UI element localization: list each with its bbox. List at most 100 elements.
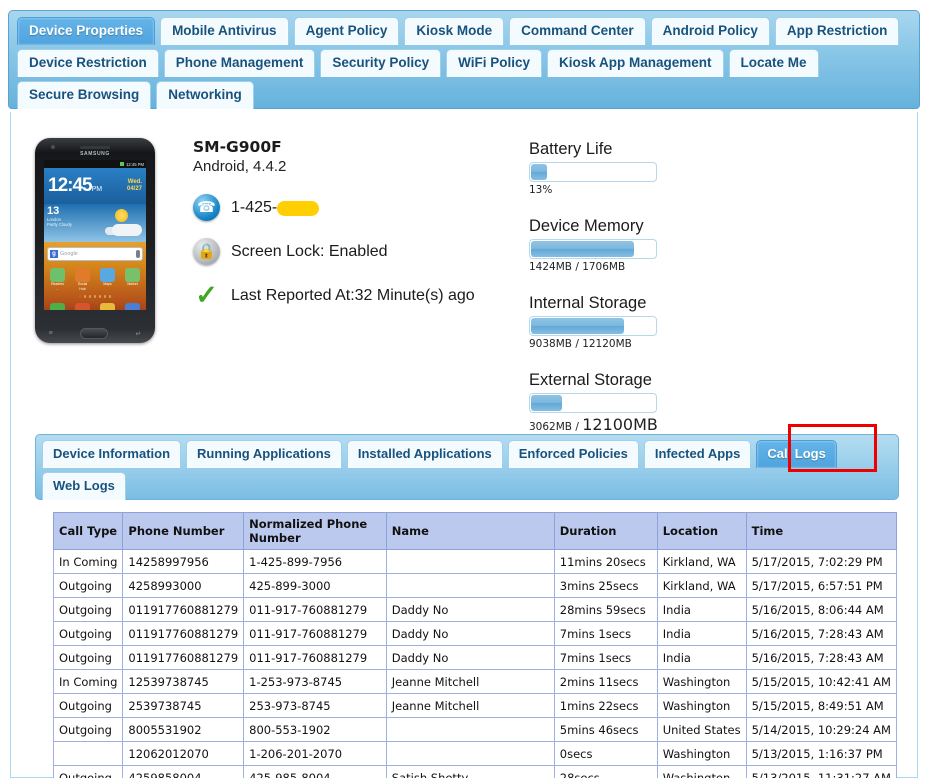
cell-normalized-phone-number: 011-917-760881279: [243, 597, 387, 622]
table-row[interactable]: Outgoing 011917760881279 011-917-760881279…: [52, 621, 898, 646]
column-header-call-type[interactable]: Call Type: [52, 512, 124, 550]
column-header-name[interactable]: Name: [385, 512, 555, 550]
cell-name: Daddy No: [385, 597, 555, 622]
column-header-location[interactable]: Location: [656, 512, 747, 550]
phone-screen: 12:45 PM 12:45PM Wed. 04/27 13 London Pa…: [44, 160, 146, 310]
signal-icon: [120, 162, 125, 166]
gauge-label-device-memory: Device Memory: [529, 217, 644, 235]
gauge-label-external-storage: External Storage: [529, 371, 652, 389]
tab-android-policy[interactable]: Android Policy: [650, 17, 770, 45]
tab-mobile-antivirus[interactable]: Mobile Antivirus: [160, 17, 289, 45]
app-tile: [125, 268, 140, 282]
cell-location: Kirkland, WA: [656, 549, 747, 574]
tab-device-restriction[interactable]: Device Restriction: [17, 49, 159, 77]
cell-normalized-phone-number: 253-973-8745: [243, 693, 387, 718]
app-icon-social-hub[interactable]: Social Hub: [75, 268, 90, 292]
search-widget: g Google: [44, 242, 146, 266]
tab-device-properties[interactable]: Device Properties: [17, 17, 156, 45]
table-row[interactable]: In Coming 12539738745 1-253-973-8745 Jeanne…: [52, 669, 898, 694]
table-row[interactable]: Outgoing 011917760881279 011-917-760881279…: [52, 597, 898, 622]
column-header-time[interactable]: Time: [745, 512, 898, 550]
table-row[interactable]: 12062012070 1-206-201-2070 0secs Washington…: [52, 741, 898, 766]
phone-status-bar: 12:45 PM: [44, 160, 146, 168]
gauge-track-external-storage: [529, 393, 657, 413]
device-identity-block: SM-G900F Android, 4.4.2 ☎ 1-425- 🔒 Scree…: [193, 138, 475, 309]
cell-call-type: Outgoing: [52, 645, 124, 670]
microphone-icon: [136, 250, 140, 258]
page-dot: [78, 295, 82, 298]
app-row-middle: Readers .. Social Hub Maps Market: [44, 266, 146, 301]
column-header-phone-number[interactable]: Phone Number: [122, 512, 245, 550]
app-icon-phone[interactable]: Phone: [50, 302, 65, 310]
home-key: [80, 328, 109, 339]
column-header-normalized-phone-number[interactable]: Normalized Phone Number: [243, 512, 387, 550]
tab-kiosk-mode[interactable]: Kiosk Mode: [404, 17, 505, 45]
device-properties-card: SAMSUNG 12:45 PM 12:45PM Wed. 04/27 13 L…: [10, 112, 918, 778]
app-icon-applications[interactable]: Applications: [125, 302, 140, 310]
tab-networking[interactable]: Networking: [156, 81, 254, 109]
device-thumbnail: SAMSUNG 12:45 PM 12:45PM Wed. 04/27 13 L…: [35, 138, 155, 343]
app-icon-market[interactable]: Market: [125, 268, 140, 292]
detail-tab-call-logs[interactable]: Call Logs: [756, 440, 837, 468]
cell-normalized-phone-number: 011-917-760881279: [243, 621, 387, 646]
page-dot: [98, 295, 102, 298]
last-reported-row: ✓ Last Reported At:32 Minute(s) ago: [193, 282, 475, 309]
tab-agent-policy[interactable]: Agent Policy: [293, 17, 400, 45]
detail-tab-infected-apps[interactable]: Infected Apps: [643, 440, 752, 468]
weather-temperature: 13: [47, 205, 60, 217]
app-icon-contacts[interactable]: Contacts: [75, 302, 90, 310]
cell-location: Kirkland, WA: [656, 573, 747, 598]
tab-app-restriction[interactable]: App Restriction: [774, 17, 900, 45]
cell-duration: 5mins 46secs: [553, 717, 658, 742]
screen-lock-row: 🔒 Screen Lock: Enabled: [193, 238, 475, 265]
status-bar-time: 12:45 PM: [126, 161, 144, 167]
google-logo-icon: g: [50, 250, 58, 258]
padlock-icon: 🔒: [193, 238, 220, 265]
tab-wifi-policy[interactable]: WiFi Policy: [446, 49, 543, 77]
clock-meridiem: PM: [91, 186, 103, 193]
cell-phone-number: 2539738745: [122, 693, 245, 718]
device-metrics-panel: Battery Life 13% Device Memory 1424MB / 170…: [529, 140, 729, 455]
detail-tab-row-1: Device Information Running Applications In…: [42, 440, 898, 468]
table-row[interactable]: Outgoing 4258993000 425-899-3000 3mins 25se…: [52, 573, 898, 598]
gauge-value-external-storage: 3062MB / 12100MB: [529, 415, 658, 434]
primary-tab-row-2: Device Restriction Phone Management Securi…: [17, 49, 919, 77]
app-icon-messaging[interactable]: Messaging: [100, 302, 115, 310]
cell-phone-number: 12539738745: [122, 669, 245, 694]
cell-phone-number: 4259858004: [122, 765, 245, 778]
app-icon-maps[interactable]: Maps: [100, 268, 115, 292]
column-header-duration[interactable]: Duration: [553, 512, 658, 550]
detail-tab-web-logs[interactable]: Web Logs: [42, 472, 126, 500]
app-icon-readers[interactable]: Readers ..: [50, 268, 65, 292]
tab-phone-management[interactable]: Phone Management: [163, 49, 316, 77]
app-label: Market: [127, 282, 138, 286]
app-tile: [75, 302, 90, 310]
device-summary-section: SAMSUNG 12:45 PM 12:45PM Wed. 04/27 13 L…: [11, 112, 917, 434]
tab-kiosk-app-management[interactable]: Kiosk App Management: [547, 49, 724, 77]
table-row[interactable]: In Coming 14258997956 1-425-899-7956 11mins…: [52, 549, 898, 574]
check-mark-icon: ✓: [195, 280, 218, 310]
table-row[interactable]: Outgoing 2539738745 253-973-8745 Jeanne Mit…: [52, 693, 898, 718]
detail-tab-enforced-policies[interactable]: Enforced Policies: [507, 440, 639, 468]
detail-tab-device-information[interactable]: Device Information: [42, 440, 182, 468]
table-row[interactable]: Outgoing 4259858004 425-985-8004 Satish She…: [52, 765, 898, 778]
cell-phone-number: 4258993000: [122, 573, 245, 598]
tab-command-center[interactable]: Command Center: [509, 17, 646, 45]
device-properties-page: Device Properties Mobile Antivirus Agent P…: [0, 0, 934, 778]
detail-tab-row-2: Web Logs: [42, 472, 898, 500]
gauge-value-device-memory: 1424MB / 1706MB: [529, 261, 626, 273]
tab-locate-me[interactable]: Locate Me: [728, 49, 819, 77]
table-row[interactable]: Outgoing 8005531902 800-553-1902 5mins 46se…: [52, 717, 898, 742]
tab-security-policy[interactable]: Security Policy: [320, 49, 442, 77]
cell-name: Jeanne Mitchell: [385, 693, 555, 718]
table-header-row: Call Type Phone Number Normalized Phone Nu…: [52, 512, 898, 550]
detail-tab-running-applications[interactable]: Running Applications: [186, 440, 342, 468]
phone-brand-label: SAMSUNG: [80, 151, 110, 157]
tab-secure-browsing[interactable]: Secure Browsing: [17, 81, 152, 109]
detail-tab-installed-applications[interactable]: Installed Applications: [346, 440, 503, 468]
table-row[interactable]: Outgoing 011917760881279 011-917-760881279…: [52, 645, 898, 670]
cell-location: India: [656, 621, 747, 646]
cell-time: 5/15/2015, 8:49:51 AM: [745, 693, 898, 718]
google-search-input[interactable]: g Google: [47, 247, 143, 261]
primary-tab-row-1: Device Properties Mobile Antivirus Agent P…: [17, 17, 919, 45]
